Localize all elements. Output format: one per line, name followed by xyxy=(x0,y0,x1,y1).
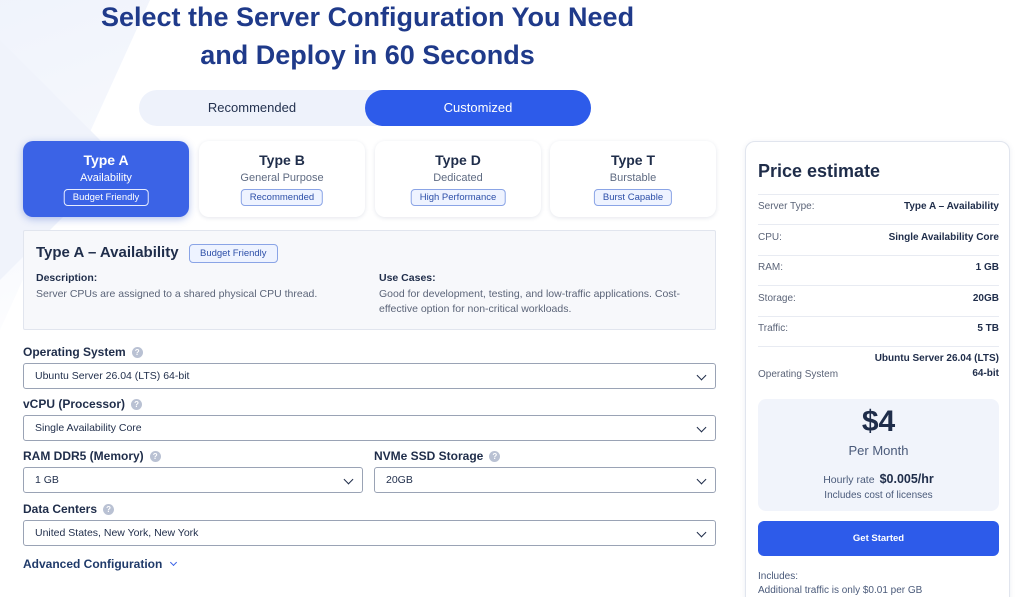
hourly-rate-label: Hourly rate xyxy=(823,474,875,486)
chevron-down-icon xyxy=(170,558,178,567)
description-label: Description: xyxy=(36,272,98,284)
row-value: Type A – Availability xyxy=(903,201,999,212)
mode-toggle: Recommended Customized xyxy=(139,90,591,126)
os-select[interactable]: Ubuntu Server 26.04 (LTS) 64-bit xyxy=(23,363,716,389)
divider xyxy=(758,346,999,347)
chevron-down-icon xyxy=(696,422,707,433)
type-card-subtitle: Burstable xyxy=(609,172,657,184)
storage-select[interactable]: 20GB xyxy=(374,467,716,493)
ram-label-text: RAM DDR5 (Memory) xyxy=(23,449,144,463)
chevron-down-icon xyxy=(696,474,707,485)
type-card-badge: Recommended xyxy=(240,189,324,206)
includes-label: Includes: xyxy=(758,571,799,582)
row-value: 1 GB xyxy=(975,262,999,273)
type-card-name: Type B xyxy=(259,152,305,168)
advanced-configuration-toggle[interactable]: Advanced Configuration xyxy=(23,557,178,571)
os-select-value: Ubuntu Server 26.04 (LTS) 64-bit xyxy=(35,370,190,382)
row-value: Single Availability Core xyxy=(888,232,999,243)
type-card-badge: Burst Capable xyxy=(593,189,673,206)
chevron-down-icon xyxy=(343,474,354,485)
hourly-rate-value: $0.005/hr xyxy=(879,472,934,486)
help-icon[interactable]: ? xyxy=(131,347,143,358)
row-label: CPU: xyxy=(758,232,782,243)
ram-select-value: 1 GB xyxy=(35,474,59,486)
divider xyxy=(758,316,999,317)
type-card-subtitle: Availability xyxy=(80,172,132,184)
price-summary-box: $4 Per Month Hourly rate $0.005/hr Includ… xyxy=(758,399,999,511)
vcpu-field-label: vCPU (Processor)? xyxy=(23,397,143,411)
chevron-down-icon xyxy=(696,527,707,538)
hourly-rate: Hourly rate $0.005/hr xyxy=(758,472,999,486)
type-card-b[interactable]: Type B General Purpose Recommended xyxy=(199,141,365,217)
row-value-line-1: Ubuntu Server 26.04 (LTS) xyxy=(874,353,999,364)
row-label: Storage: xyxy=(758,293,796,304)
includes-section: Includes: Additional traffic is only $0.… xyxy=(758,570,922,597)
get-started-button[interactable]: Get Started xyxy=(758,521,999,556)
price-row-os: Operating System Ubuntu Server 26.04 (LT… xyxy=(758,353,999,387)
use-cases-line-2: effective option for non-critical worklo… xyxy=(379,303,572,315)
headline-line-2: and Deploy in 60 Seconds xyxy=(200,40,535,70)
divider xyxy=(758,194,999,195)
row-label: Operating System xyxy=(758,369,839,380)
os-label-text: Operating System xyxy=(23,345,126,359)
type-card-a[interactable]: Type A Availability Budget Friendly xyxy=(23,141,189,217)
help-icon[interactable]: ? xyxy=(489,451,501,462)
divider xyxy=(758,285,999,286)
price-estimate-panel: Price estimate Server Type: Type A – Ava… xyxy=(745,141,1010,597)
type-card-name: Type T xyxy=(610,152,656,168)
row-label: Server Type: xyxy=(758,201,815,212)
details-title: Type A – Availability xyxy=(36,244,179,261)
help-icon[interactable]: ? xyxy=(149,451,161,462)
advanced-configuration-label: Advanced Configuration xyxy=(23,557,163,571)
chevron-down-icon xyxy=(696,370,707,381)
includes-item: Additional traffic is only $0.01 per GB xyxy=(758,585,923,596)
row-value: 5 TB xyxy=(977,323,999,334)
row-label: RAM: xyxy=(758,262,783,273)
vcpu-select-value: Single Availability Core xyxy=(35,422,142,434)
row-value: 20GB xyxy=(972,293,999,304)
storage-field-label: NVMe SSD Storage? xyxy=(374,449,501,463)
divider xyxy=(758,255,999,256)
tab-recommended[interactable]: Recommended xyxy=(139,90,365,126)
row-label: Traffic: xyxy=(758,323,789,334)
vcpu-label-text: vCPU (Processor) xyxy=(23,397,126,411)
type-card-subtitle: General Purpose xyxy=(240,172,324,184)
use-cases-label: Use Cases: xyxy=(379,272,436,284)
type-card-subtitle: Dedicated xyxy=(433,172,483,184)
monthly-price: $4 xyxy=(861,405,896,438)
datacenter-select[interactable]: United States, New York, New York xyxy=(23,520,716,546)
description-text: Server CPUs are assigned to a shared phy… xyxy=(36,288,318,300)
type-card-d[interactable]: Type D Dedicated High Performance xyxy=(375,141,541,217)
vcpu-select[interactable]: Single Availability Core xyxy=(23,415,716,441)
divider xyxy=(758,224,999,225)
headline-line-1: Select the Server Configuration You Need xyxy=(100,2,635,32)
price-estimate-title: Price estimate xyxy=(758,161,881,181)
os-field-label: Operating System? xyxy=(23,345,143,359)
datacenter-select-value: United States, New York, New York xyxy=(35,527,199,539)
type-card-name: Type D xyxy=(435,152,481,168)
datacenter-label-text: Data Centers xyxy=(23,502,98,516)
use-cases-line-1: Good for development, testing, and low-t… xyxy=(379,288,680,300)
licenses-note: Includes cost of licenses xyxy=(824,490,933,501)
details-badge: Budget Friendly xyxy=(189,244,278,263)
ram-field-label: RAM DDR5 (Memory)? xyxy=(23,449,161,463)
type-card-badge: Budget Friendly xyxy=(63,189,149,206)
type-card-name: Type A xyxy=(83,152,129,168)
type-card-t[interactable]: Type T Burstable Burst Capable xyxy=(550,141,716,217)
type-card-badge: High Performance xyxy=(410,189,506,206)
ram-select[interactable]: 1 GB xyxy=(23,467,363,493)
price-period: Per Month xyxy=(848,443,909,458)
storage-select-value: 20GB xyxy=(386,474,413,486)
row-value-line-2: 64-bit xyxy=(972,368,999,379)
tab-customized[interactable]: Customized xyxy=(365,90,591,126)
storage-label-text: NVMe SSD Storage xyxy=(374,449,484,463)
help-icon[interactable]: ? xyxy=(103,504,115,515)
datacenter-field-label: Data Centers? xyxy=(23,502,115,516)
type-details-panel: Type A – Availability Budget Friendly De… xyxy=(23,230,716,330)
help-icon[interactable]: ? xyxy=(131,399,143,410)
